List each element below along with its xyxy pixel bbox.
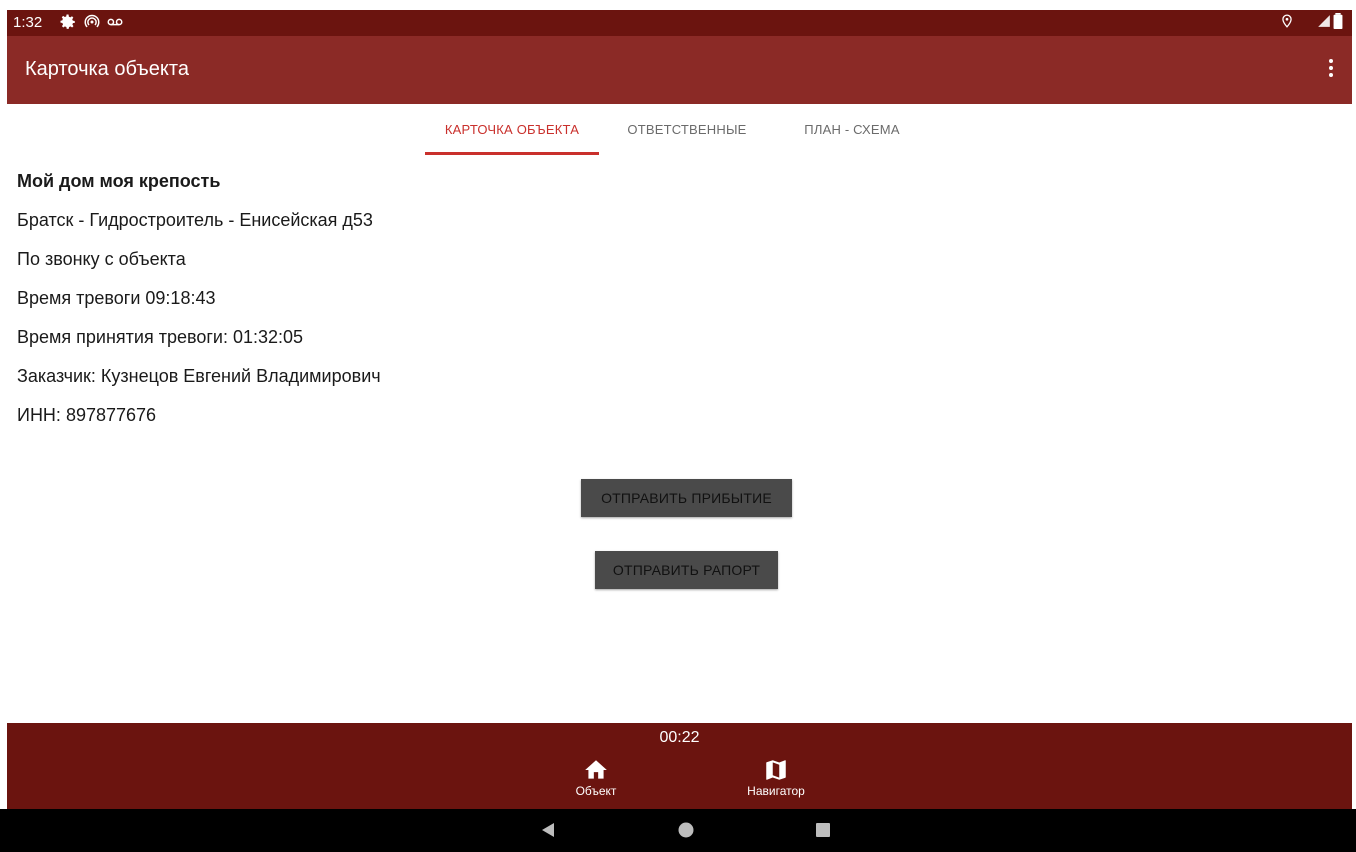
customer-inn: ИНН: 897877676 [17,405,157,425]
alarm-time: Время тревоги 09:18:43 [17,288,216,308]
nav-item-label: Объект [575,784,617,798]
signal-icon [1317,13,1331,33]
screen: 1:32 Карточка объекта КАРТОЧКА ОБЪЕКТА О… [0,0,1356,852]
nav-item-label: Навигатор [747,784,805,798]
voicemail-icon [105,13,125,35]
nav-item-object[interactable]: Объект [551,757,641,798]
alarm-timer: 00:22 [659,729,700,746]
tab-responsible[interactable]: ОТВЕТСТВЕННЫЕ [609,104,765,154]
customer-name: Заказчик: Кузнецов Евгений Владимирович [17,366,381,386]
alarm-source: По звонку с объекта [17,249,186,269]
tab-bar: КАРТОЧКА ОБЪЕКТА ОТВЕТСТВЕННЫЕ ПЛАН - СХ… [0,104,1356,156]
map-icon [731,757,821,783]
more-vert-icon[interactable] [1324,56,1338,84]
location-icon [1280,13,1294,33]
page-title: Карточка объекта [25,58,189,80]
home-icon [551,757,641,783]
battery-icon [1333,13,1343,33]
status-time: 1:32 [13,14,43,31]
tab-object-card[interactable]: КАРТОЧКА ОБЪЕКТА [425,104,599,154]
recents-icon[interactable] [815,822,831,843]
hotspot-icon [83,13,101,35]
back-icon[interactable] [540,822,556,843]
nav-item-navigator[interactable]: Навигатор [731,757,821,798]
gear-icon [59,13,77,35]
status-bar: 1:32 [7,10,1352,36]
system-nav-bar [0,809,1356,852]
object-address: Братск - Гидростроитель - Енисейская д53 [17,210,373,230]
bottom-nav: 00:22 Объект Навигатор [7,723,1352,809]
app-bar: Карточка объекта [7,36,1352,104]
home-circle-icon[interactable] [678,822,694,843]
send-arrival-button[interactable]: ОТПРАВИТЬ ПРИБЫТИЕ [581,479,792,517]
tab-indicator [425,152,599,155]
send-report-button[interactable]: ОТПРАВИТЬ РАПОРТ [595,551,778,589]
tab-plan-scheme[interactable]: ПЛАН - СХЕМА [781,104,923,154]
object-name: Мой дом моя крепость [17,171,221,191]
alarm-accept-time: Время принятия тревоги: 01:32:05 [17,327,304,347]
